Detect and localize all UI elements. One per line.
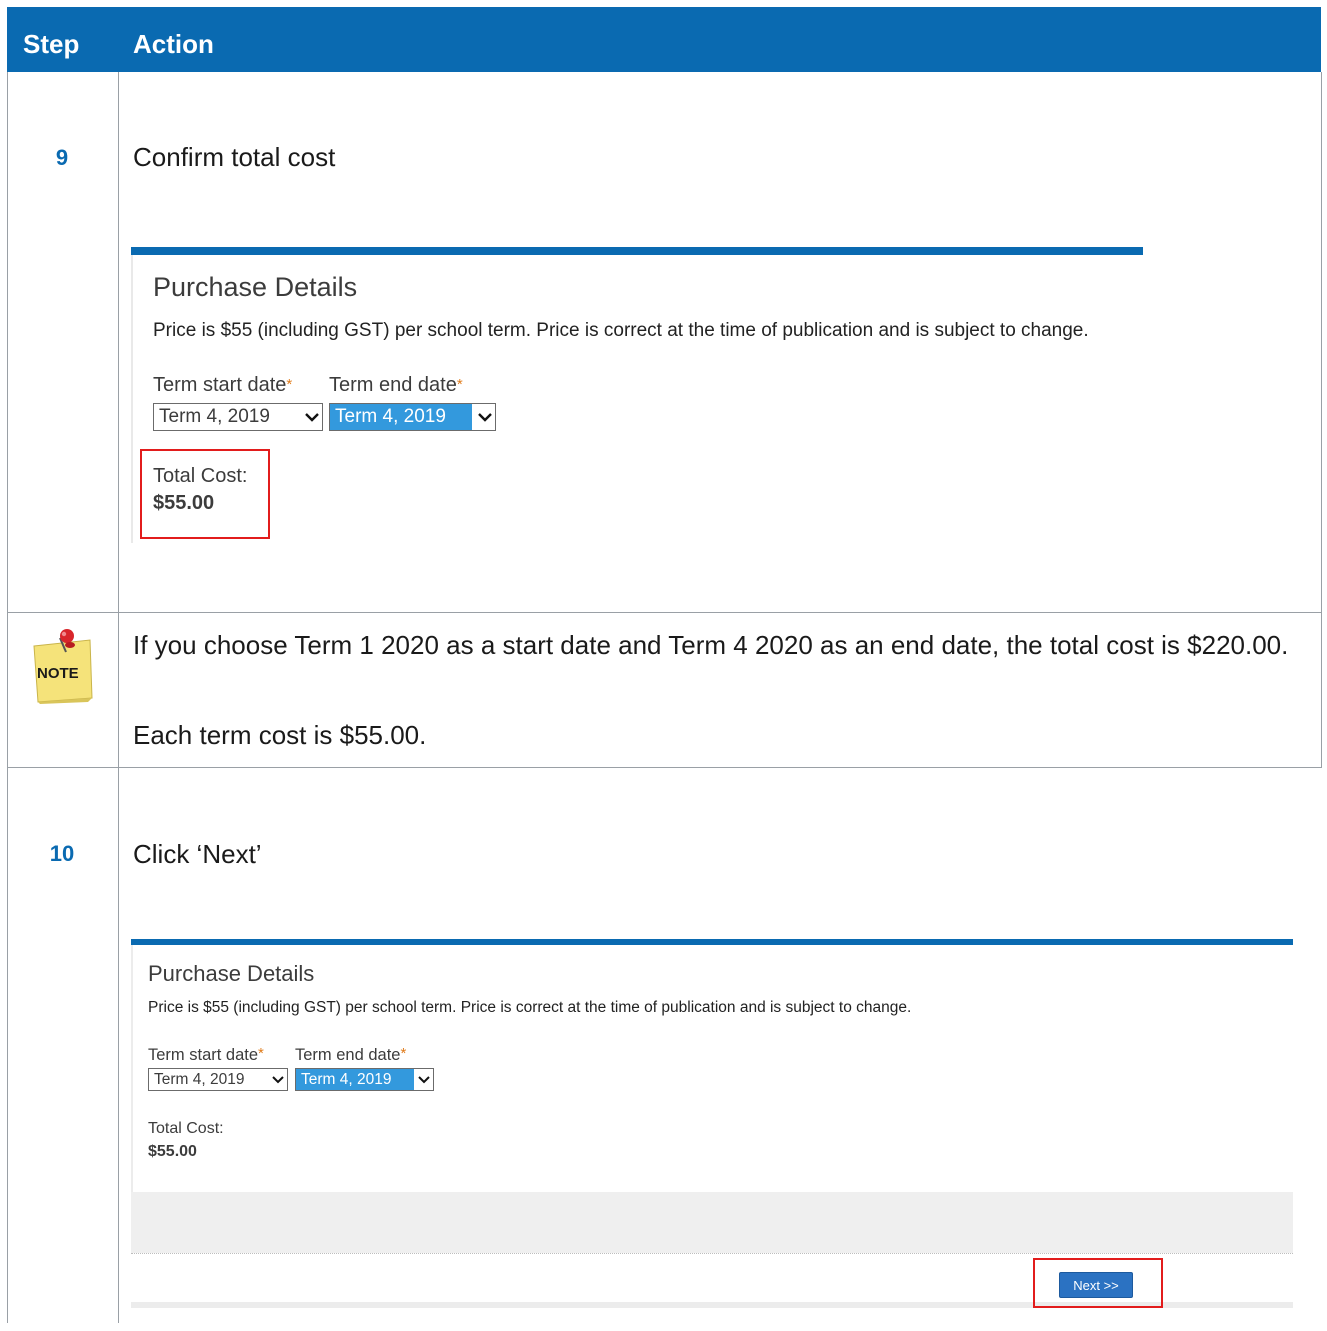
- table-border-left: [7, 72, 8, 1323]
- highlight-box: [1033, 1258, 1163, 1308]
- table-border-right: [1321, 72, 1322, 768]
- term-end-select[interactable]: Term 4, 2019: [329, 403, 496, 431]
- term-end-value: Term 4, 2019: [330, 404, 472, 430]
- step-number: 10: [49, 841, 75, 866]
- required-star: *: [456, 376, 463, 393]
- panel-edge: [131, 255, 133, 543]
- panel-edge: [131, 945, 133, 1195]
- term-end-label-text: Term end date: [329, 374, 457, 396]
- row-divider: [7, 612, 1322, 613]
- term-end-label: Term end date*: [295, 1045, 406, 1065]
- step-instruction: Click ‘Next’: [133, 839, 262, 869]
- table-header: Step Action: [7, 7, 1321, 72]
- note-icon-text: NOTE: [37, 665, 79, 682]
- term-start-select[interactable]: Term 4, 2019: [148, 1068, 288, 1091]
- panel-top-bar: [131, 247, 1143, 255]
- term-start-value: Term 4, 2019: [159, 406, 270, 427]
- term-start-value: Term 4, 2019: [154, 1071, 245, 1088]
- required-star: *: [400, 1045, 407, 1062]
- term-start-select[interactable]: Term 4, 2019: [153, 403, 323, 431]
- table-column-divider: [118, 72, 119, 1323]
- chevron-down-icon: [417, 1071, 431, 1089]
- highlight-box: [140, 449, 270, 539]
- step-instruction: Confirm total cost: [133, 142, 336, 172]
- panel-top-bar: [131, 939, 1293, 945]
- total-cost-label: Total Cost:: [148, 1120, 224, 1137]
- step-number: 9: [55, 145, 69, 170]
- total-cost-value: $55.00: [148, 1143, 197, 1160]
- required-star: *: [286, 376, 293, 393]
- term-start-label-text: Term start date: [153, 374, 287, 396]
- chevron-down-icon: [304, 406, 320, 428]
- note-text: Each term cost is $55.00.: [133, 720, 427, 750]
- pushpin-note-icon: NOTE: [30, 628, 94, 704]
- term-end-label-text: Term end date: [295, 1046, 401, 1064]
- footer-panel: [131, 1192, 1293, 1253]
- term-start-label: Term start date*: [148, 1045, 264, 1065]
- panel-title: Purchase Details: [153, 272, 358, 302]
- price-description: Price is $55 (including GST) per school …: [153, 320, 1089, 341]
- purchase-details-screenshot: Purchase Details Price is $55 (including…: [131, 939, 1293, 1309]
- divider: [131, 1253, 1293, 1254]
- chevron-down-icon: [271, 1071, 285, 1089]
- required-star: *: [258, 1045, 264, 1062]
- purchase-details-screenshot: Purchase Details Price is $55 (including…: [131, 247, 1143, 543]
- price-description: Price is $55 (including GST) per school …: [148, 999, 912, 1016]
- term-start-label: Term start date*: [153, 374, 292, 397]
- panel-title: Purchase Details: [148, 961, 315, 986]
- term-end-value: Term 4, 2019: [296, 1069, 414, 1090]
- header-step: Step: [23, 29, 80, 59]
- note-text: If you choose Term 1 2020 as a start dat…: [133, 630, 1289, 660]
- header-action: Action: [133, 29, 214, 59]
- term-start-label-text: Term start date: [148, 1046, 259, 1064]
- term-end-select[interactable]: Term 4, 2019: [295, 1068, 434, 1091]
- row-divider: [7, 767, 1322, 768]
- chevron-down-icon: [477, 406, 493, 428]
- term-end-label: Term end date*: [329, 374, 463, 397]
